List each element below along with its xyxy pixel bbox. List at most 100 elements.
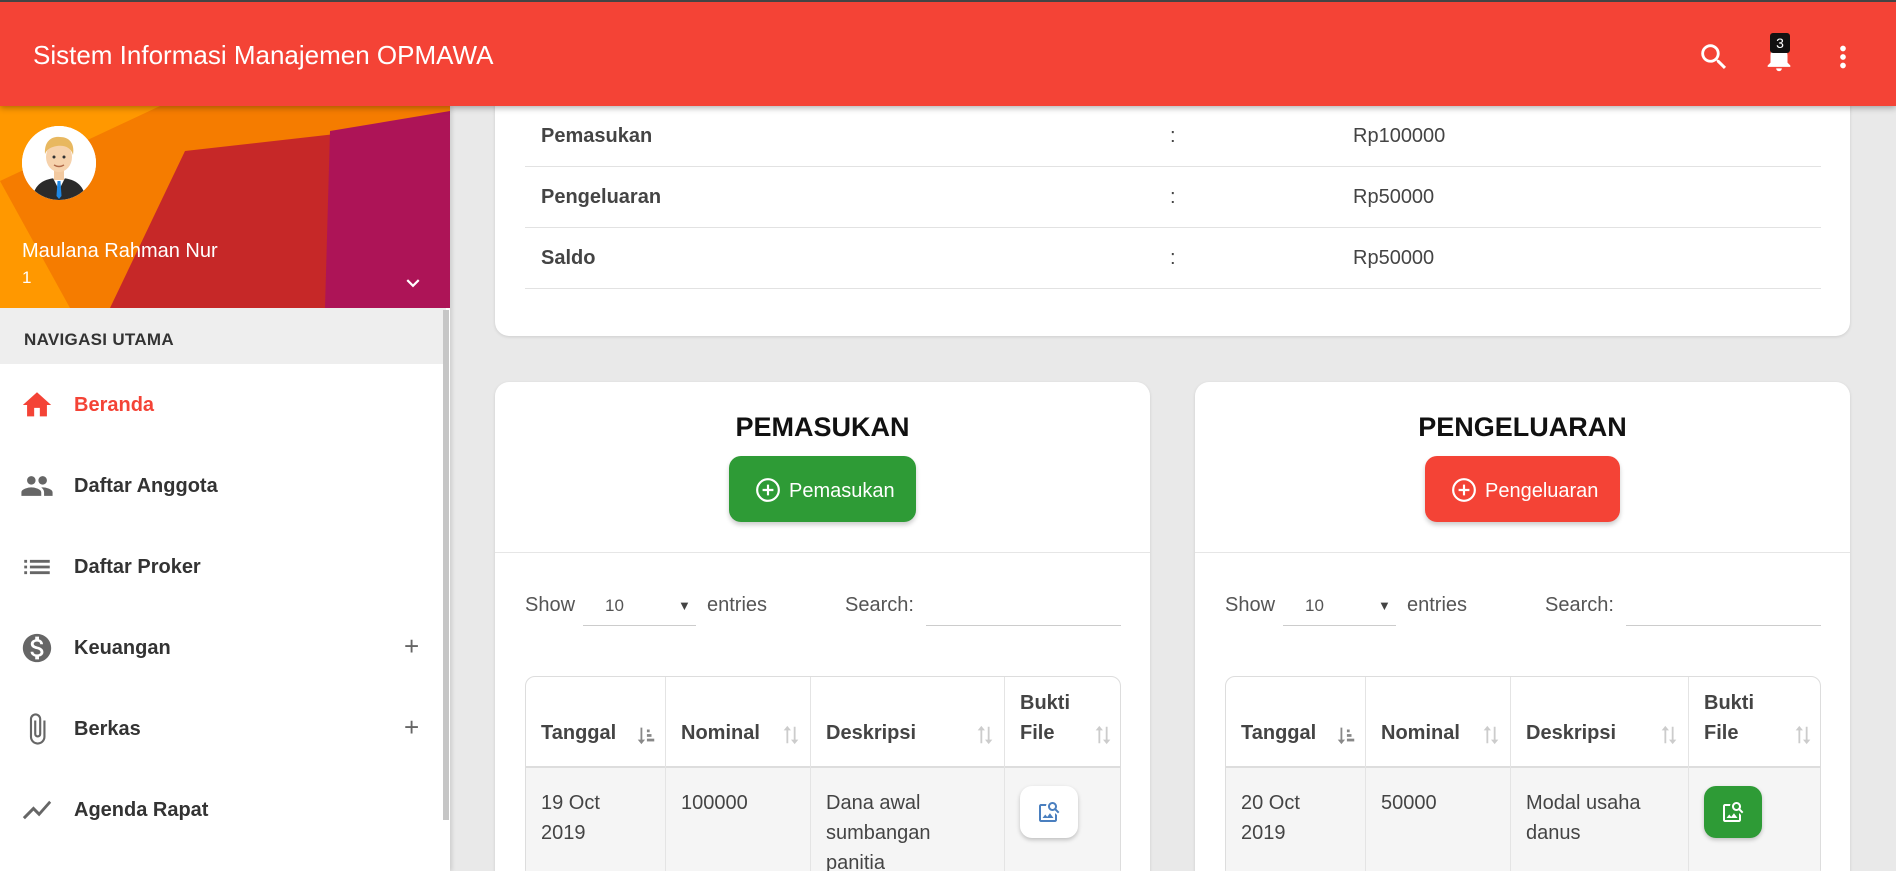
- more-vert-icon[interactable]: [1826, 40, 1860, 74]
- pengeluaran-table: Tanggal Nominal Deskripsi Bukti File 20 …: [1225, 676, 1821, 871]
- table-header-row: Tanggal Nominal Deskripsi Bukti File: [1226, 677, 1820, 768]
- column-header-label: Deskripsi: [1526, 722, 1617, 744]
- add-pengeluaran-button[interactable]: Pengeluaran: [1425, 456, 1620, 522]
- sidebar-item-label: Keuangan: [74, 637, 171, 659]
- user-name: Maulana Rahman Nur: [22, 240, 218, 262]
- column-header-nominal[interactable]: Nominal: [1366, 677, 1511, 768]
- expand-plus-icon[interactable]: +: [404, 633, 419, 659]
- cell-text: 20 Oct 2019: [1241, 792, 1300, 844]
- sort-icon: [977, 725, 993, 745]
- sort-ascending-icon: [1337, 727, 1355, 745]
- summary-value: Rp50000: [1353, 247, 1435, 269]
- sidebar-item-beranda[interactable]: Beranda: [0, 364, 446, 445]
- user-id: 1: [22, 268, 32, 287]
- column-header-bukti-file[interactable]: Bukti File: [1689, 677, 1820, 768]
- column-header-tanggal[interactable]: Tanggal: [1226, 677, 1366, 768]
- sidebar-item-label: Daftar Anggota: [74, 475, 218, 497]
- column-header-tanggal[interactable]: Tanggal: [526, 677, 666, 768]
- paperclip-icon: [29, 713, 46, 745]
- search-label: Search:: [1545, 594, 1614, 616]
- column-header-deskripsi[interactable]: Deskripsi: [1511, 677, 1689, 768]
- summary-row: Pengeluaran : Rp50000: [525, 167, 1821, 228]
- add-circle-icon: [1452, 478, 1476, 502]
- expand-plus-icon[interactable]: +: [404, 714, 419, 740]
- people-icon: [21, 476, 53, 496]
- summary-value: Rp50000: [1353, 186, 1435, 208]
- image-search-icon: [1723, 802, 1744, 822]
- sidebar-item-keuangan[interactable]: Keuangan +: [0, 607, 446, 688]
- cell-tanggal: 20 Oct 2019: [1226, 768, 1366, 871]
- pemasukan-table: Tanggal Nominal Deskripsi Bukti File 19 …: [525, 676, 1121, 871]
- summary-label: Pemasukan: [541, 125, 653, 147]
- app-title: Sistem Informasi Manajemen OPMAWA: [33, 40, 494, 70]
- table-row: 20 Oct 2019 50000 Modal usaha danus: [1226, 768, 1820, 871]
- table-row: 19 Oct 2019 100000 Dana awal sumbangan p…: [526, 768, 1120, 871]
- search-input[interactable]: [926, 588, 1121, 626]
- show-label: Show: [1225, 594, 1276, 616]
- pemasukan-panel: PEMASUKAN Pemasukan Show 10 ▼ entries Se…: [495, 382, 1150, 871]
- button-label: Pengeluaran: [1485, 480, 1599, 502]
- sidebar-item-agenda-rapat[interactable]: Agenda Rapat: [0, 769, 446, 850]
- table-header-row: Tanggal Nominal Deskripsi Bukti File: [526, 677, 1120, 768]
- column-header-deskripsi[interactable]: Deskripsi: [811, 677, 1005, 768]
- search-icon[interactable]: [1697, 40, 1731, 74]
- sort-icon: [1795, 725, 1811, 745]
- cell-text: Dana awal sumbangan panitia: [826, 792, 931, 871]
- sidebar-item-berkas[interactable]: Berkas +: [0, 688, 446, 769]
- summary-separator: :: [1170, 247, 1176, 269]
- nav-section-header: NAVIGASI UTAMA: [0, 308, 446, 364]
- button-label: Pemasukan: [789, 480, 895, 502]
- dollar-icon: [22, 633, 52, 663]
- column-header-label: Bukti File: [1704, 692, 1754, 744]
- search-input[interactable]: [1626, 588, 1821, 626]
- column-header-bukti-file[interactable]: Bukti File: [1005, 677, 1120, 768]
- summary-row: Saldo : Rp50000: [525, 228, 1821, 289]
- column-header-label: Tanggal: [541, 722, 617, 744]
- column-header-label: Bukti File: [1020, 692, 1070, 744]
- column-header-nominal[interactable]: Nominal: [666, 677, 811, 768]
- cell-text: 19 Oct 2019: [541, 792, 600, 844]
- divider: [1195, 552, 1850, 553]
- cell-nominal: 100000: [666, 768, 811, 871]
- column-header-label: Nominal: [681, 722, 760, 744]
- sidebar-scrollbar[interactable]: [443, 310, 449, 820]
- cell-deskripsi: Modal usaha danus: [1511, 768, 1689, 871]
- sidebar-item-label: Agenda Rapat: [74, 799, 209, 821]
- sidebar-item-daftar-proker[interactable]: Daftar Proker: [0, 526, 446, 607]
- pengeluaran-panel: PENGELUARAN Pengeluaran Show 10 ▼ entrie…: [1195, 382, 1850, 871]
- user-info-panel: Maulana Rahman Nur 1: [0, 106, 450, 308]
- summary-label: Saldo: [541, 247, 596, 269]
- sort-icon: [1095, 725, 1111, 745]
- nav-menu: Beranda Daftar Anggota Daftar Proker Keu…: [0, 364, 446, 850]
- view-file-button[interactable]: [1704, 786, 1762, 838]
- sort-icon: [1483, 725, 1499, 745]
- chevron-down-icon[interactable]: [400, 270, 426, 296]
- cell-nominal: 50000: [1366, 768, 1511, 871]
- cell-text: 100000: [681, 792, 748, 814]
- notification-badge: 3: [1770, 33, 1790, 53]
- column-header-label: Deskripsi: [826, 722, 917, 744]
- list-icon: [24, 559, 50, 575]
- sidebar-item-daftar-anggota[interactable]: Daftar Anggota: [0, 445, 446, 526]
- chart-line-icon: [22, 800, 52, 820]
- cell-tanggal: 19 Oct 2019: [526, 768, 666, 871]
- summary-separator: :: [1170, 125, 1176, 147]
- sidebar-item-label: Berkas: [74, 718, 141, 740]
- search-label: Search:: [845, 594, 914, 616]
- entries-length-value: 10: [605, 596, 624, 615]
- view-file-button[interactable]: [1020, 786, 1078, 838]
- entries-length-select[interactable]: 10 ▼: [1283, 588, 1396, 626]
- sidebar-item-label: Beranda: [74, 394, 155, 416]
- add-pemasukan-button[interactable]: Pemasukan: [729, 456, 916, 522]
- sort-ascending-icon: [637, 727, 655, 745]
- add-circle-icon: [756, 478, 780, 502]
- caret-down-icon: ▼: [1378, 598, 1391, 613]
- sort-icon: [783, 725, 799, 745]
- entries-length-value: 10: [1305, 596, 1324, 615]
- avatar: [22, 126, 96, 200]
- cell-deskripsi: Dana awal sumbangan panitia: [811, 768, 1005, 871]
- sidebar: Maulana Rahman Nur 1 NAVIGASI UTAMA Bera…: [0, 106, 450, 871]
- cell-bukti-file: [1689, 768, 1820, 871]
- cell-bukti-file: [1005, 768, 1120, 871]
- entries-length-select[interactable]: 10 ▼: [583, 588, 696, 626]
